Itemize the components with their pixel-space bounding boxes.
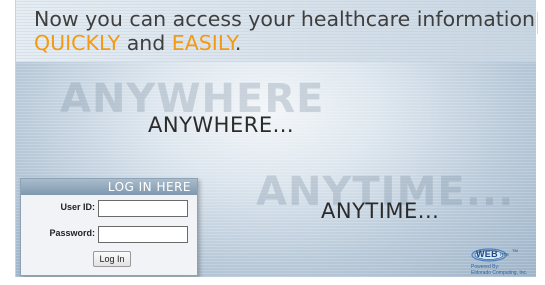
logo-submark: PTS <box>500 252 509 257</box>
divider <box>537 12 538 34</box>
headline-easily: EASILY <box>171 31 235 55</box>
headline-line1: Now you can access your healthcare infor… <box>34 7 536 31</box>
user-id-input[interactable] <box>98 200 188 217</box>
password-input[interactable] <box>98 226 188 243</box>
headline: Now you can access your healthcare infor… <box>34 7 535 55</box>
login-title: LOG IN HERE <box>21 179 197 195</box>
headline-quickly: QUICKLY <box>34 31 121 55</box>
user-id-label: User ID: <box>60 202 95 212</box>
webpts-logo[interactable]: WEB PTS TM Powered By: Eldorado Computin… <box>469 248 535 276</box>
header-band: Now you can access your healthcare infor… <box>16 0 536 62</box>
password-row: Password: <box>21 226 197 244</box>
headline-and: and <box>120 31 172 55</box>
main-panel: Now you can access your healthcare infor… <box>15 0 536 277</box>
user-id-row: User ID: <box>21 200 197 218</box>
anywhere-text: ANYWHERE... <box>148 113 295 137</box>
logo-wordmark: WEB <box>476 249 498 259</box>
anytime-text: ANYTIME... <box>321 199 440 223</box>
password-label: Password: <box>49 228 95 238</box>
logo-trademark: TM <box>512 248 518 253</box>
headline-period: . <box>234 31 242 55</box>
company-name: Eldorado Computing, Inc. <box>471 270 528 276</box>
login-form: LOG IN HERE User ID: Password: Log In <box>20 178 198 276</box>
logo-powered-by: Powered By: Eldorado Computing, Inc. <box>471 264 527 276</box>
login-button[interactable]: Log In <box>93 251 131 267</box>
page: Now you can access your healthcare infor… <box>0 0 545 285</box>
